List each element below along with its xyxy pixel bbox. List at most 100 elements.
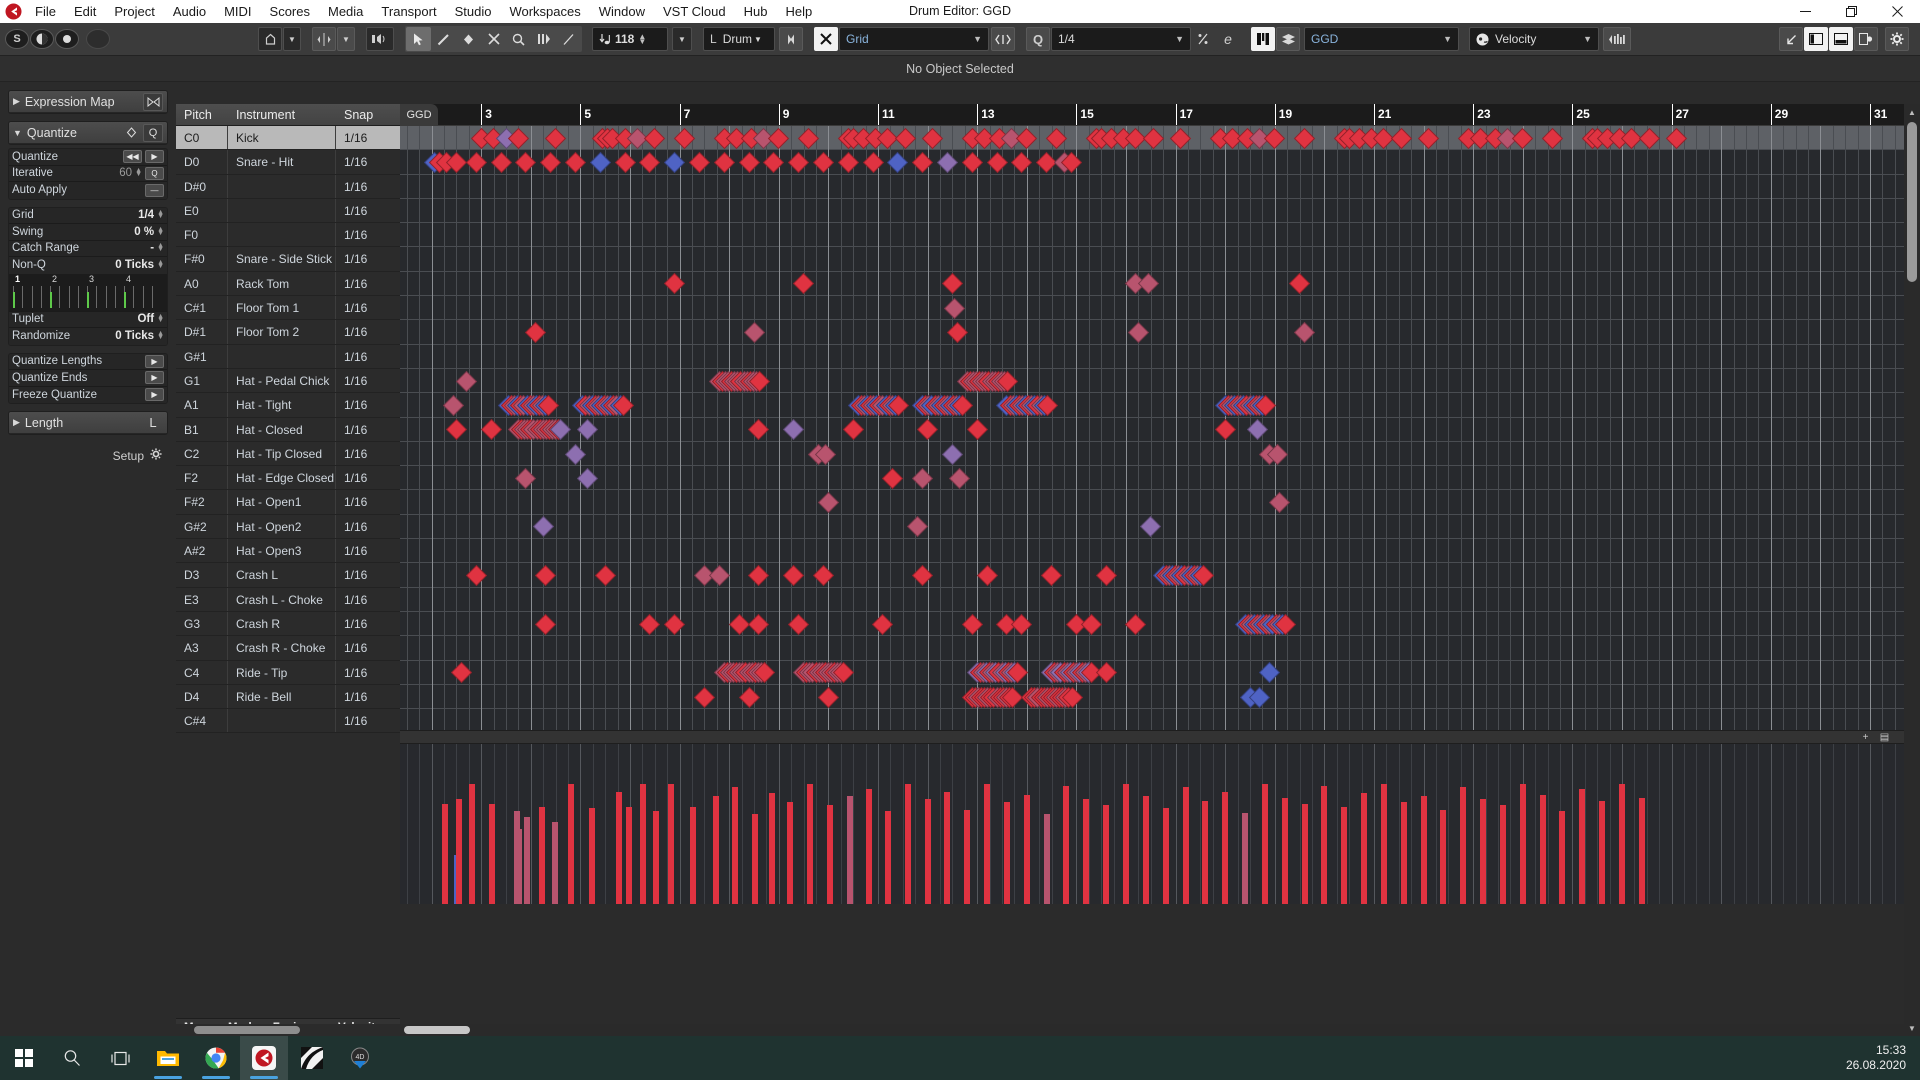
velocity-bar[interactable] — [1143, 796, 1149, 904]
cell-instrument[interactable]: Ride - Tip — [228, 661, 336, 684]
velocity-bar[interactable] — [807, 784, 813, 904]
cell-snap[interactable]: 1/16 — [336, 490, 382, 513]
cell-instrument[interactable] — [228, 223, 336, 246]
apply-icon[interactable]: ▶ — [145, 355, 164, 368]
insert-velocity-stepper[interactable]: ▲▼ — [638, 34, 646, 44]
cell-pitch[interactable]: D4 — [176, 685, 228, 708]
velocity-bar[interactable] — [1063, 786, 1069, 905]
velocity-bar[interactable] — [964, 810, 970, 905]
cell-instrument[interactable]: Crash L — [228, 563, 336, 586]
velocity-bar[interactable] — [847, 796, 853, 904]
drum-list-rows[interactable]: C0Kick1/16D0Snare - Hit1/16D#01/16E01/16… — [176, 126, 400, 733]
drum-list-row[interactable]: E01/16 — [176, 199, 400, 223]
drum-list-row[interactable]: D0Snare - Hit1/16 — [176, 150, 400, 174]
quantize-preset-field[interactable]: 1/4 ▼ — [1051, 27, 1191, 51]
note-lane[interactable] — [400, 466, 1904, 490]
velocity-bar[interactable] — [1044, 814, 1050, 904]
column-header-pitch[interactable]: Pitch — [176, 108, 228, 122]
menu-item-project[interactable]: Project — [105, 0, 163, 23]
drum-list-row[interactable]: C#41/16 — [176, 709, 400, 733]
menu-item-midi[interactable]: MIDI — [215, 0, 260, 23]
note-lane[interactable] — [400, 223, 1904, 247]
controller-group[interactable]: Velocity ▼ — [1469, 27, 1632, 51]
cell-snap[interactable]: 1/16 — [336, 418, 382, 441]
cell-snap[interactable]: 1/16 — [336, 296, 382, 319]
velocity-bar[interactable] — [524, 817, 530, 904]
cell-instrument[interactable]: Hat - Open3 — [228, 539, 336, 562]
vertical-scroll-thumb[interactable] — [1907, 122, 1917, 282]
cell-snap[interactable]: 1/16 — [336, 636, 382, 659]
note-lane[interactable] — [400, 248, 1904, 272]
drum-map-button[interactable] — [1251, 27, 1275, 51]
velocity-bar[interactable] — [1500, 805, 1506, 904]
velocity-lane[interactable] — [400, 744, 1904, 904]
toggle-icon[interactable]: — — [145, 184, 164, 197]
row-stepper[interactable]: ▲▼ — [135, 169, 142, 177]
cell-pitch[interactable]: B1 — [176, 418, 228, 441]
quantize-row-non-q[interactable]: Non-Q0 Ticks▲▼ — [9, 257, 167, 274]
note-lane[interactable] — [400, 539, 1904, 563]
cell-instrument[interactable] — [228, 199, 336, 222]
cell-pitch[interactable]: G#1 — [176, 345, 228, 368]
cubase-button[interactable] — [240, 1036, 288, 1080]
apply-icon[interactable]: ▶ — [145, 150, 164, 163]
menu-item-media[interactable]: Media — [319, 0, 372, 23]
cell-instrument[interactable]: Snare - Hit — [228, 150, 336, 173]
setup-toolbar-button[interactable] — [1885, 27, 1909, 51]
drum-list-row[interactable]: G1Hat - Pedal Chick1/16 — [176, 369, 400, 393]
quantize-row-iterative[interactable]: Iterative60▲▼Q — [9, 166, 167, 183]
iterative-quantize-button[interactable] — [1191, 27, 1215, 51]
menu-item-transport[interactable]: Transport — [372, 0, 445, 23]
note-lane[interactable] — [400, 661, 1904, 685]
vertical-scrollbar[interactable]: ▲ ▼ — [1904, 104, 1920, 1036]
file-explorer-button[interactable] — [144, 1036, 192, 1080]
velocity-bar[interactable] — [905, 784, 911, 904]
menu-item-help[interactable]: Help — [777, 0, 822, 23]
cell-snap[interactable]: 1/16 — [336, 369, 382, 392]
velocity-bar[interactable] — [769, 793, 775, 904]
row-stepper[interactable]: ▲▼ — [157, 332, 164, 340]
cell-snap[interactable]: 1/16 — [336, 442, 382, 465]
velocity-bar[interactable] — [752, 814, 758, 904]
length-header[interactable]: ▶ Length L — [9, 412, 167, 434]
drum-list-row[interactable]: G3Crash R1/16 — [176, 612, 400, 636]
rewind-icon[interactable]: ◀◀ — [123, 150, 142, 163]
step-input-button[interactable] — [1603, 27, 1631, 51]
note-lane[interactable] — [400, 369, 1904, 393]
cell-snap[interactable]: 1/16 — [336, 612, 382, 635]
velocity-bar[interactable] — [1123, 784, 1129, 904]
scroll-down-arrow[interactable]: ▼ — [1904, 1020, 1920, 1036]
horizontal-scroll-thumb[interactable] — [404, 1026, 470, 1034]
note-lane[interactable] — [400, 175, 1904, 199]
cell-snap[interactable]: 1/16 — [336, 247, 382, 270]
quantize-row-randomize[interactable]: Randomize0 Ticks▲▼ — [9, 328, 167, 345]
snap-mode-field[interactable]: Grid ▼ — [839, 27, 989, 51]
velocity-bar[interactable] — [469, 784, 475, 904]
cell-pitch[interactable]: C0 — [176, 126, 228, 149]
quantize-button[interactable]: Q — [1026, 27, 1050, 51]
length-section[interactable]: ▶ Length L — [8, 411, 168, 435]
cell-pitch[interactable]: D#0 — [176, 175, 228, 198]
expression-map-header[interactable]: ▶ Expression Map — [9, 91, 167, 113]
velocity-bar[interactable] — [1579, 789, 1585, 905]
cell-snap[interactable]: 1/16 — [336, 393, 382, 416]
row-stepper[interactable]: ▲▼ — [157, 244, 164, 252]
drum-list-row[interactable]: A#2Hat - Open31/16 — [176, 539, 400, 563]
drum-list-row[interactable]: C#1Floor Tom 11/16 — [176, 296, 400, 320]
chrome-button[interactable] — [192, 1036, 240, 1080]
drum-list-row[interactable]: G#2Hat - Open21/16 — [176, 515, 400, 539]
velocity-bar[interactable] — [1024, 795, 1030, 905]
cell-instrument[interactable] — [228, 709, 336, 732]
expression-map-icon[interactable] — [143, 93, 163, 111]
velocity-bar[interactable] — [925, 799, 931, 904]
chevron-down-icon[interactable]: ▼ — [1167, 34, 1184, 44]
velocity-bar[interactable] — [1480, 799, 1486, 904]
velocity-bar[interactable] — [1619, 784, 1625, 904]
note-lane[interactable] — [400, 588, 1904, 612]
cell-snap[interactable]: 1/16 — [336, 272, 382, 295]
velocity-bar[interactable] — [568, 784, 574, 904]
draw-tool[interactable] — [431, 27, 456, 51]
cell-instrument[interactable]: Hat - Closed — [228, 418, 336, 441]
velocity-bar[interactable] — [668, 784, 674, 904]
velocity-bar[interactable] — [1103, 805, 1109, 904]
